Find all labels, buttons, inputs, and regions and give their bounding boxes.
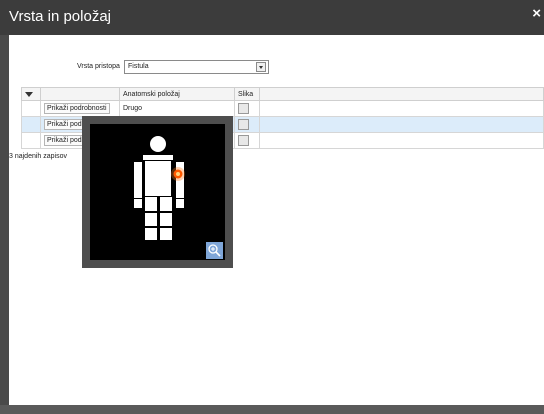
zoom-in-button[interactable] (206, 242, 223, 259)
table-row[interactable]: Prikaži podrobnosti Drugo (21, 100, 544, 117)
anatomy-image-frame (90, 124, 225, 260)
image-cell (234, 100, 260, 117)
row-indicator (21, 116, 41, 133)
spacer-cell (259, 100, 544, 117)
spacer-header (259, 87, 544, 101)
image-thumbnail[interactable] (238, 119, 249, 130)
spacer-cell (259, 132, 544, 149)
access-type-label: Vrsta pristopa (77, 63, 120, 70)
image-thumbnail[interactable] (238, 103, 249, 114)
window-title: Vrsta in položaj (9, 8, 111, 25)
image-thumbnail[interactable] (238, 135, 249, 146)
close-icon[interactable]: × (532, 5, 541, 22)
filter-icon[interactable] (25, 91, 33, 97)
image-header: Slika (234, 87, 260, 101)
details-cell: Prikaži podrobnosti (40, 100, 120, 117)
row-indicator (21, 132, 41, 149)
zoom-in-icon[interactable] (206, 242, 223, 259)
position-header: Anatomski položaj (119, 87, 235, 101)
row-indicator (21, 100, 41, 117)
bottom-bar (0, 405, 544, 414)
access-site-marker (171, 167, 185, 181)
image-cell (234, 132, 260, 149)
image-cell (234, 116, 260, 133)
filter-header[interactable] (21, 87, 41, 101)
spacer-cell (259, 116, 544, 133)
body-figure-icon (134, 136, 184, 240)
details-header (40, 87, 120, 101)
access-type-select[interactable]: Fistula (124, 60, 269, 74)
show-details-button[interactable]: Prikaži podrobnosti (44, 103, 110, 114)
window-titlebar: Vrsta in položaj × (0, 0, 544, 35)
records-count: 3 najdenih zapisov (9, 153, 67, 160)
chevron-down-icon[interactable] (256, 62, 266, 72)
table-header-row: Anatomski položaj Slika (21, 87, 544, 101)
access-type-value: Fistula (128, 63, 149, 70)
access-type-row: Vrsta pristopa Fistula (9, 60, 544, 76)
position-cell: Drugo (119, 100, 235, 117)
